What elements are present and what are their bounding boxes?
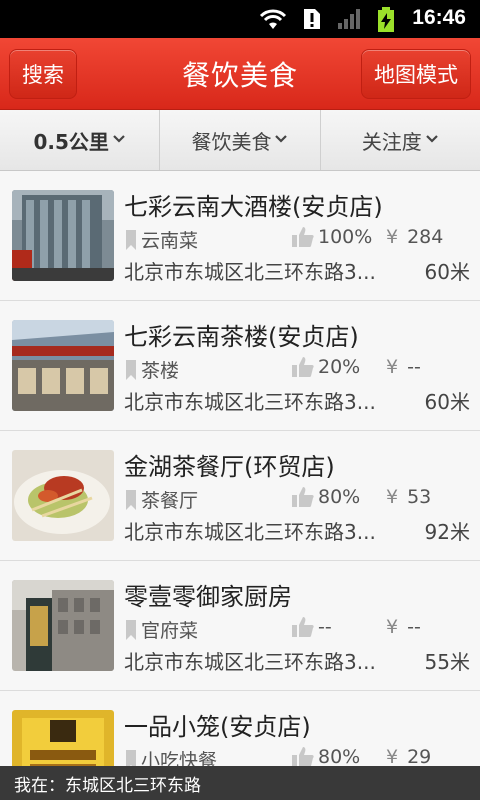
restaurant-address-row: 北京市东城区北三环东路3... 60米: [124, 386, 470, 415]
list-item[interactable]: 七彩云南茶楼(安贞店) 茶楼 20% ¥ -- 北京市东城区北三环东路3... …: [0, 301, 480, 431]
thumbs-up-icon: [292, 617, 314, 637]
restaurant-photo: [12, 580, 114, 671]
signal-icon: [338, 9, 360, 29]
restaurant-photo: [12, 190, 114, 281]
restaurant-rating: 100%: [318, 226, 373, 248]
battery-charging-icon: [378, 7, 394, 32]
restaurant-name: 金湖茶餐厅(环贸店): [124, 453, 335, 481]
restaurant-photo: [12, 710, 114, 766]
chevron-down-icon: [425, 132, 439, 148]
category-filter[interactable]: 餐饮美食: [160, 110, 321, 170]
restaurant-price: 284: [407, 226, 444, 248]
restaurant-photo: [12, 320, 114, 411]
thumbs-up-icon: [292, 227, 314, 247]
bookmark-icon: [126, 229, 136, 250]
chevron-down-icon: [274, 132, 288, 148]
restaurant-category: 云南菜: [141, 230, 199, 252]
restaurant-photo: [12, 450, 114, 541]
list-item[interactable]: 七彩云南大酒楼(安贞店) 云南菜 100% ¥ 284 北京市东城区北三环东路3…: [0, 171, 480, 301]
restaurant-address-row: 北京市东城区北三环东路3... 55米: [124, 646, 470, 675]
restaurant-price: 29: [407, 746, 432, 766]
bookmark-icon: [126, 619, 136, 640]
chevron-down-icon: [112, 132, 126, 148]
restaurant-address: 北京市东城区北三环东路3...: [124, 520, 376, 544]
distance-filter[interactable]: 0.5公里: [0, 110, 161, 170]
sim-alert-icon: [304, 9, 320, 29]
restaurant-price: --: [407, 356, 421, 378]
distance-filter-label: 0.5公里: [33, 129, 109, 154]
bookmark-icon: [126, 489, 136, 510]
restaurant-distance: 55米: [424, 650, 470, 674]
sort-filter-label: 关注度: [361, 129, 422, 154]
current-location-text: 我在：东城区北三环东路: [14, 775, 201, 796]
restaurant-name: 七彩云南茶楼(安贞店): [124, 323, 359, 351]
restaurant-category: 茶楼: [141, 360, 180, 382]
restaurant-name: 一品小笼(安贞店): [124, 713, 311, 741]
yen-icon: ¥: [386, 356, 399, 378]
restaurant-address-row: 北京市东城区北三环东路3... 60米: [124, 256, 470, 285]
app-header: 搜索 餐饮美食 地图模式: [0, 38, 480, 110]
list-item[interactable]: 一品小笼(安贞店) 小吃快餐 80% ¥ 29: [0, 691, 480, 766]
restaurant-meta: 小吃快餐 80% ¥ 29: [124, 746, 464, 766]
status-bar: 16:46: [0, 0, 480, 38]
thumbs-up-icon: [292, 747, 314, 766]
restaurant-price: --: [407, 616, 421, 638]
category-filter-label: 餐饮美食: [191, 129, 272, 154]
restaurant-rating: 80%: [318, 746, 361, 766]
current-location-bar: 我在：东城区北三环东路: [0, 766, 480, 800]
restaurant-address: 北京市东城区北三环东路3...: [124, 390, 376, 414]
restaurant-category: 茶餐厅: [141, 490, 199, 512]
restaurant-address: 北京市东城区北三环东路3...: [124, 260, 376, 284]
bookmark-icon: [126, 359, 136, 380]
restaurant-meta: 茶餐厅 80% ¥ 53: [124, 486, 464, 512]
restaurant-address: 北京市东城区北三环东路3...: [124, 650, 376, 674]
restaurant-rating: 20%: [318, 356, 361, 378]
restaurant-meta: 茶楼 20% ¥ --: [124, 356, 464, 382]
filter-bar: 0.5公里 餐饮美食 关注度: [0, 110, 480, 171]
yen-icon: ¥: [386, 486, 399, 508]
restaurant-rating: 80%: [318, 486, 361, 508]
restaurant-name: 零壹零御家厨房: [124, 583, 292, 611]
clock: 16:46: [412, 6, 466, 29]
thumbs-up-icon: [292, 487, 314, 507]
restaurant-distance: 92米: [424, 520, 470, 544]
restaurant-name: 七彩云南大酒楼(安贞店): [124, 193, 383, 221]
restaurant-price: 53: [407, 486, 432, 508]
restaurant-rating: --: [318, 616, 332, 638]
restaurant-address-row: 北京市东城区北三环东路3... 92米: [124, 516, 470, 545]
restaurant-meta: 云南菜 100% ¥ 284: [124, 226, 464, 252]
yen-icon: ¥: [386, 616, 399, 638]
restaurant-meta: 官府菜 -- ¥ --: [124, 616, 464, 642]
restaurant-category: 官府菜: [141, 620, 199, 642]
wifi-icon: [259, 9, 287, 29]
bookmark-icon: [126, 749, 136, 766]
restaurant-distance: 60米: [424, 260, 470, 284]
yen-icon: ¥: [386, 226, 399, 248]
list-item[interactable]: 金湖茶餐厅(环贸店) 茶餐厅 80% ¥ 53 北京市东城区北三环东路3... …: [0, 431, 480, 561]
list-item[interactable]: 零壹零御家厨房 官府菜 -- ¥ -- 北京市东城区北三环东路3... 55米: [0, 561, 480, 691]
restaurant-list[interactable]: 七彩云南大酒楼(安贞店) 云南菜 100% ¥ 284 北京市东城区北三环东路3…: [0, 171, 480, 766]
restaurant-category: 小吃快餐: [141, 750, 218, 766]
sort-filter[interactable]: 关注度: [321, 110, 480, 170]
thumbs-up-icon: [292, 357, 314, 377]
restaurant-distance: 60米: [424, 390, 470, 414]
yen-icon: ¥: [386, 746, 399, 766]
map-mode-button[interactable]: 地图模式: [361, 49, 471, 99]
